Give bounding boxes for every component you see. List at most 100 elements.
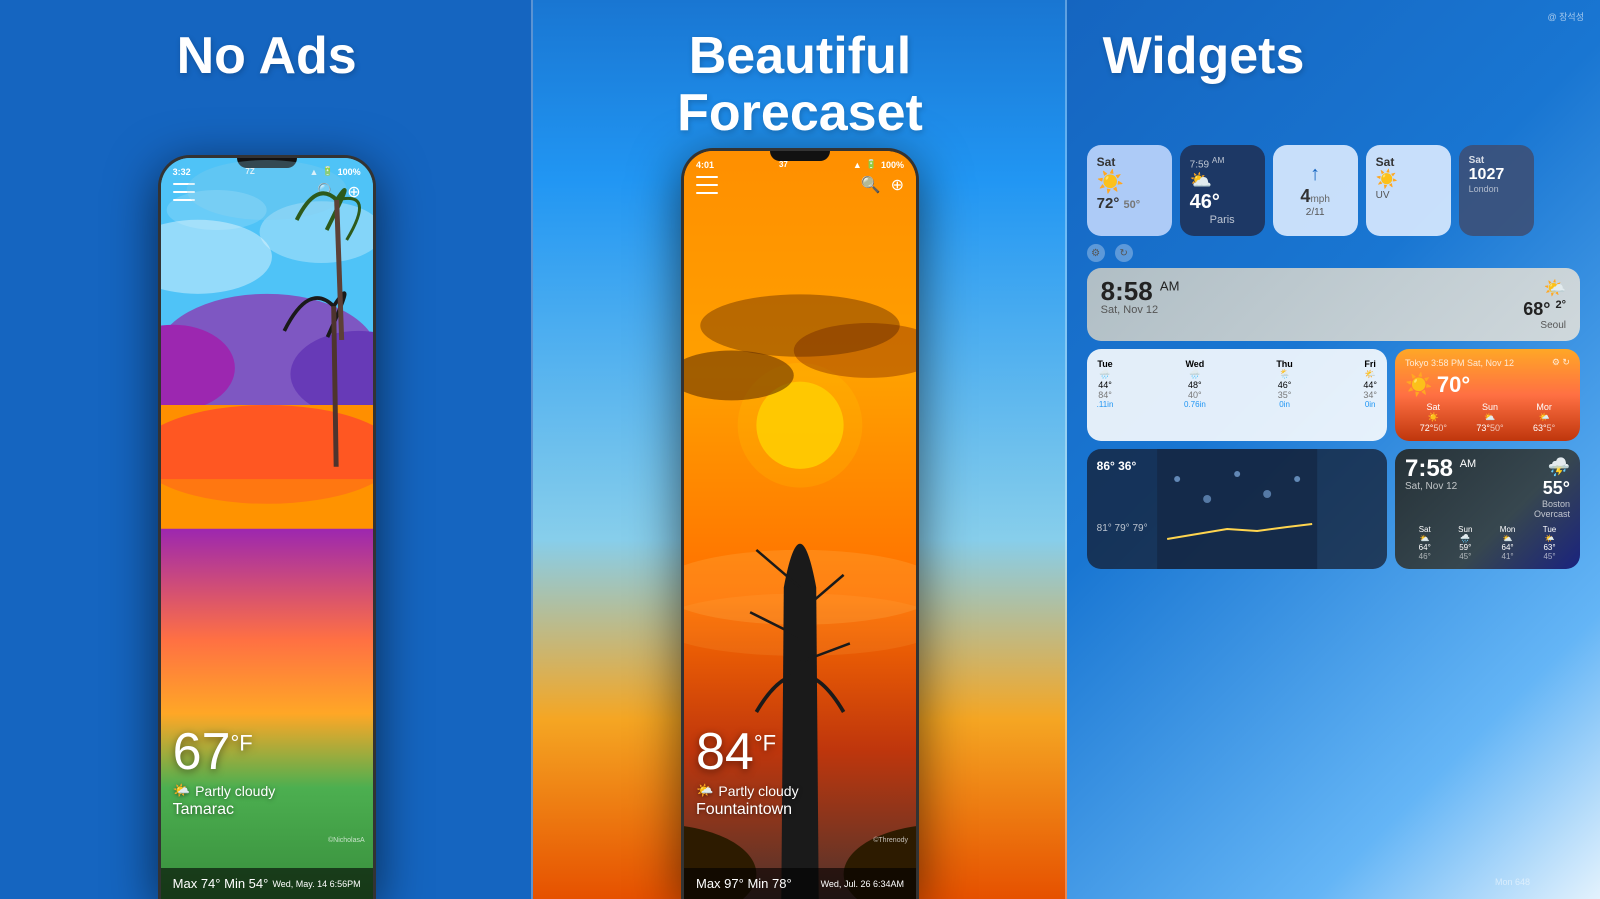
widget-wind-sub: 2/11	[1306, 207, 1325, 218]
date-left: Wed, May. 14 6:56PM	[272, 879, 360, 889]
phone-toolbar-left: 🔍 ⊕	[161, 182, 373, 202]
widget-sat-day: Sat	[1097, 155, 1162, 169]
panel-heading-no-ads: No Ads	[177, 28, 357, 85]
forecast-fri: Fri 🌤️ 44° 34° 0in	[1363, 359, 1377, 409]
widget-uv-label: UV	[1376, 190, 1441, 201]
status-battery-middle: ▲ 🔋 100%	[853, 159, 904, 170]
widget-tokyo: Tokyo 3:58 PM Sat, Nov 12 ⚙ ↻ ☀️ 70° Sat…	[1395, 349, 1580, 441]
widget-seoul-time: 8:58 AM	[1101, 278, 1180, 304]
forecast-boston-tue: Tue🌤️63°45°	[1543, 525, 1557, 561]
widget-seoul-icon: 🌤️	[1523, 278, 1566, 299]
settings-row: ⚙ ↻	[1087, 244, 1580, 262]
phone-toolbar-middle: 🔍 ⊕	[684, 175, 916, 195]
widget-forecast-strip: Tue 🌧️ 44° 84° .11in Wed 🌧️ 48° 40° 0.76…	[1087, 349, 1387, 441]
city-middle: Fountaintown	[696, 801, 799, 819]
temp-display-middle: 84°F	[696, 726, 799, 778]
condition-left: 🌤️ Partly cloudy	[173, 782, 276, 799]
menu-icon-left[interactable]	[173, 183, 195, 201]
widget-paris-city: Paris	[1190, 214, 1255, 226]
forecast-boston-sun: Sun🌧️59°45°	[1458, 525, 1472, 561]
status-battery-left: ▲ 🔋 100%	[309, 166, 360, 177]
widget-london-day: Sat	[1469, 155, 1524, 166]
status-time-middle: 4:01	[696, 160, 714, 170]
forecast-thu: Thu 🌦️ 46° 35° 0in	[1276, 359, 1293, 409]
panel-no-ads: No Ads	[0, 0, 533, 899]
status-time-left: 3:32	[173, 167, 191, 177]
toolbar-right-middle: 🔍 ⊕	[861, 175, 904, 195]
copyright-middle: ©Threnody	[873, 837, 908, 844]
widget-paris: 7:59 AM ⛅ 46° Paris	[1180, 145, 1265, 236]
widget-row-4: 86° 36° 81° 79° 79° 7:58 AM Sat, Nov 12 …	[1087, 449, 1580, 569]
rain-temp-range: 86° 36°	[1097, 459, 1377, 473]
phone-mockup-middle: 4:01 37 ▲ 🔋 100% 🔍 ⊕	[681, 148, 919, 899]
phone-mockup-left: 3:32 7Z ▲ 🔋 100% 🔍 ⊕	[158, 155, 376, 899]
menu-icon-middle[interactable]	[696, 176, 718, 194]
panel-widgets: Widgets @ 장석성 Sat ☀️ 72° 50° 7:59 AM ⛅ 4…	[1067, 0, 1600, 899]
widget-boston: 7:58 AM Sat, Nov 12 ⛈️ 55° BostonOvercas…	[1395, 449, 1580, 569]
widget-row-2: 8:58 AM Sat, Nov 12 🌤️ 68° 2° Seoul	[1087, 268, 1580, 341]
widget-london-city: London	[1469, 184, 1524, 194]
widget-london-pressure: 1027	[1469, 166, 1524, 184]
gear-button[interactable]: ⚙	[1087, 244, 1105, 262]
mon-648-label: Mon 648	[1495, 877, 1530, 887]
widget-seoul-temp: 68° 2°	[1523, 299, 1566, 320]
forecast-wed: Wed 🌧️ 48° 40° 0.76in	[1184, 359, 1206, 409]
sky-clouds	[161, 158, 373, 529]
forecast-boston-sat: Sat⛅64°46°	[1419, 525, 1431, 561]
rain-bar-temps: 81° 79° 79°	[1097, 523, 1377, 534]
widget-boston-date: Sat, Nov 12	[1405, 481, 1476, 492]
widget-boston-temp: 55°	[1534, 478, 1570, 499]
widget-tokyo-icon: ☀️	[1405, 372, 1432, 397]
widget-paris-temp: 46°	[1190, 191, 1255, 214]
widget-paris-time: 7:59 AM	[1190, 155, 1255, 170]
phone-notch-middle	[770, 151, 830, 161]
widget-seoul-date: Sat, Nov 12	[1101, 304, 1180, 316]
search-icon-left[interactable]: 🔍	[317, 182, 337, 202]
location-icon-left[interactable]: ⊕	[347, 182, 360, 202]
boston-forecast-row: Sat⛅64°46° Sun🌧️59°45° Mon⛅64°41° Tue🌤️6…	[1405, 525, 1570, 561]
widget-wind-arrow: ↑	[1310, 163, 1320, 186]
panel-beautiful-forecast: Beautiful Forecaset	[533, 0, 1066, 899]
widget-rain-chart: 86° 36° 81° 79° 79°	[1087, 449, 1387, 569]
date-middle: Wed, Jul. 26 6:34AM	[821, 879, 904, 889]
widget-wind-speed: 4mph	[1300, 186, 1329, 207]
widget-seoul: 8:58 AM Sat, Nov 12 🌤️ 68° 2° Seoul	[1087, 268, 1580, 341]
widget-uv-day: Sat	[1376, 155, 1441, 169]
widget-paris-icon: ⛅	[1190, 170, 1255, 191]
widget-sat-sunny: Sat ☀️ 72° 50°	[1087, 145, 1172, 236]
widget-tokyo-city: Tokyo 3:58 PM Sat, Nov 12	[1405, 358, 1514, 368]
watermark: @ 장석성	[1548, 10, 1584, 23]
forecast-tokyo-sun: Sun⛅73°50°	[1476, 402, 1503, 433]
location-icon-middle[interactable]: ⊕	[891, 175, 904, 195]
weather-info-middle: 84°F 🌤️ Partly cloudy Fountaintown	[696, 726, 799, 819]
phone-screen-left: 3:32 7Z ▲ 🔋 100% 🔍 ⊕	[161, 158, 373, 899]
widget-london: Sat 1027 London	[1459, 145, 1534, 236]
refresh-button[interactable]: ↻	[1115, 244, 1133, 262]
temp-display-left: 67°F	[173, 726, 276, 778]
bottom-bar-middle: Max 97° Min 78° Wed, Jul. 26 6:34AM	[684, 868, 916, 899]
toolbar-right-left: 🔍 ⊕	[317, 182, 360, 202]
widget-row-1: Sat ☀️ 72° 50° 7:59 AM ⛅ 46° Paris ↑ 4mp…	[1087, 145, 1580, 236]
copyright-left: ©NicholasA	[328, 837, 365, 844]
widget-sat-temp-hi: 72° 50°	[1097, 195, 1162, 212]
widget-sat-icon: ☀️	[1097, 169, 1162, 195]
widget-uv-icon: ☀️	[1376, 169, 1441, 190]
widget-tokyo-gear[interactable]: ⚙ ↻	[1552, 357, 1570, 368]
search-icon-middle[interactable]: 🔍	[861, 175, 881, 195]
widget-boston-city: BostonOvercast	[1534, 499, 1570, 519]
city-left: Tamarac	[173, 801, 276, 819]
panel-heading-widgets: Widgets	[1103, 28, 1305, 85]
weather-info-left: 67°F 🌤️ Partly cloudy Tamarac	[173, 726, 276, 819]
forecast-tue: Tue 🌧️ 44° 84° .11in	[1097, 359, 1114, 409]
phone-screen-middle: 4:01 37 ▲ 🔋 100% 🔍 ⊕	[684, 151, 916, 899]
max-min-left: Max 74° Min 54°	[173, 876, 269, 891]
widget-wind: ↑ 4mph 2/11	[1273, 145, 1358, 236]
phone-notch-left	[237, 158, 297, 168]
widget-boston-time: 7:58 AM	[1405, 457, 1476, 481]
status-ind-middle: 37	[779, 160, 788, 169]
widget-uv: Sat ☀️ UV	[1366, 145, 1451, 236]
bottom-bar-left: Max 74° Min 54° Wed, May. 14 6:56PM	[161, 868, 373, 899]
widgets-area: Sat ☀️ 72° 50° 7:59 AM ⛅ 46° Paris ↑ 4mp…	[1087, 145, 1580, 889]
condition-middle: 🌤️ Partly cloudy	[696, 782, 799, 799]
status-indicator-left: 7Z	[245, 167, 254, 176]
